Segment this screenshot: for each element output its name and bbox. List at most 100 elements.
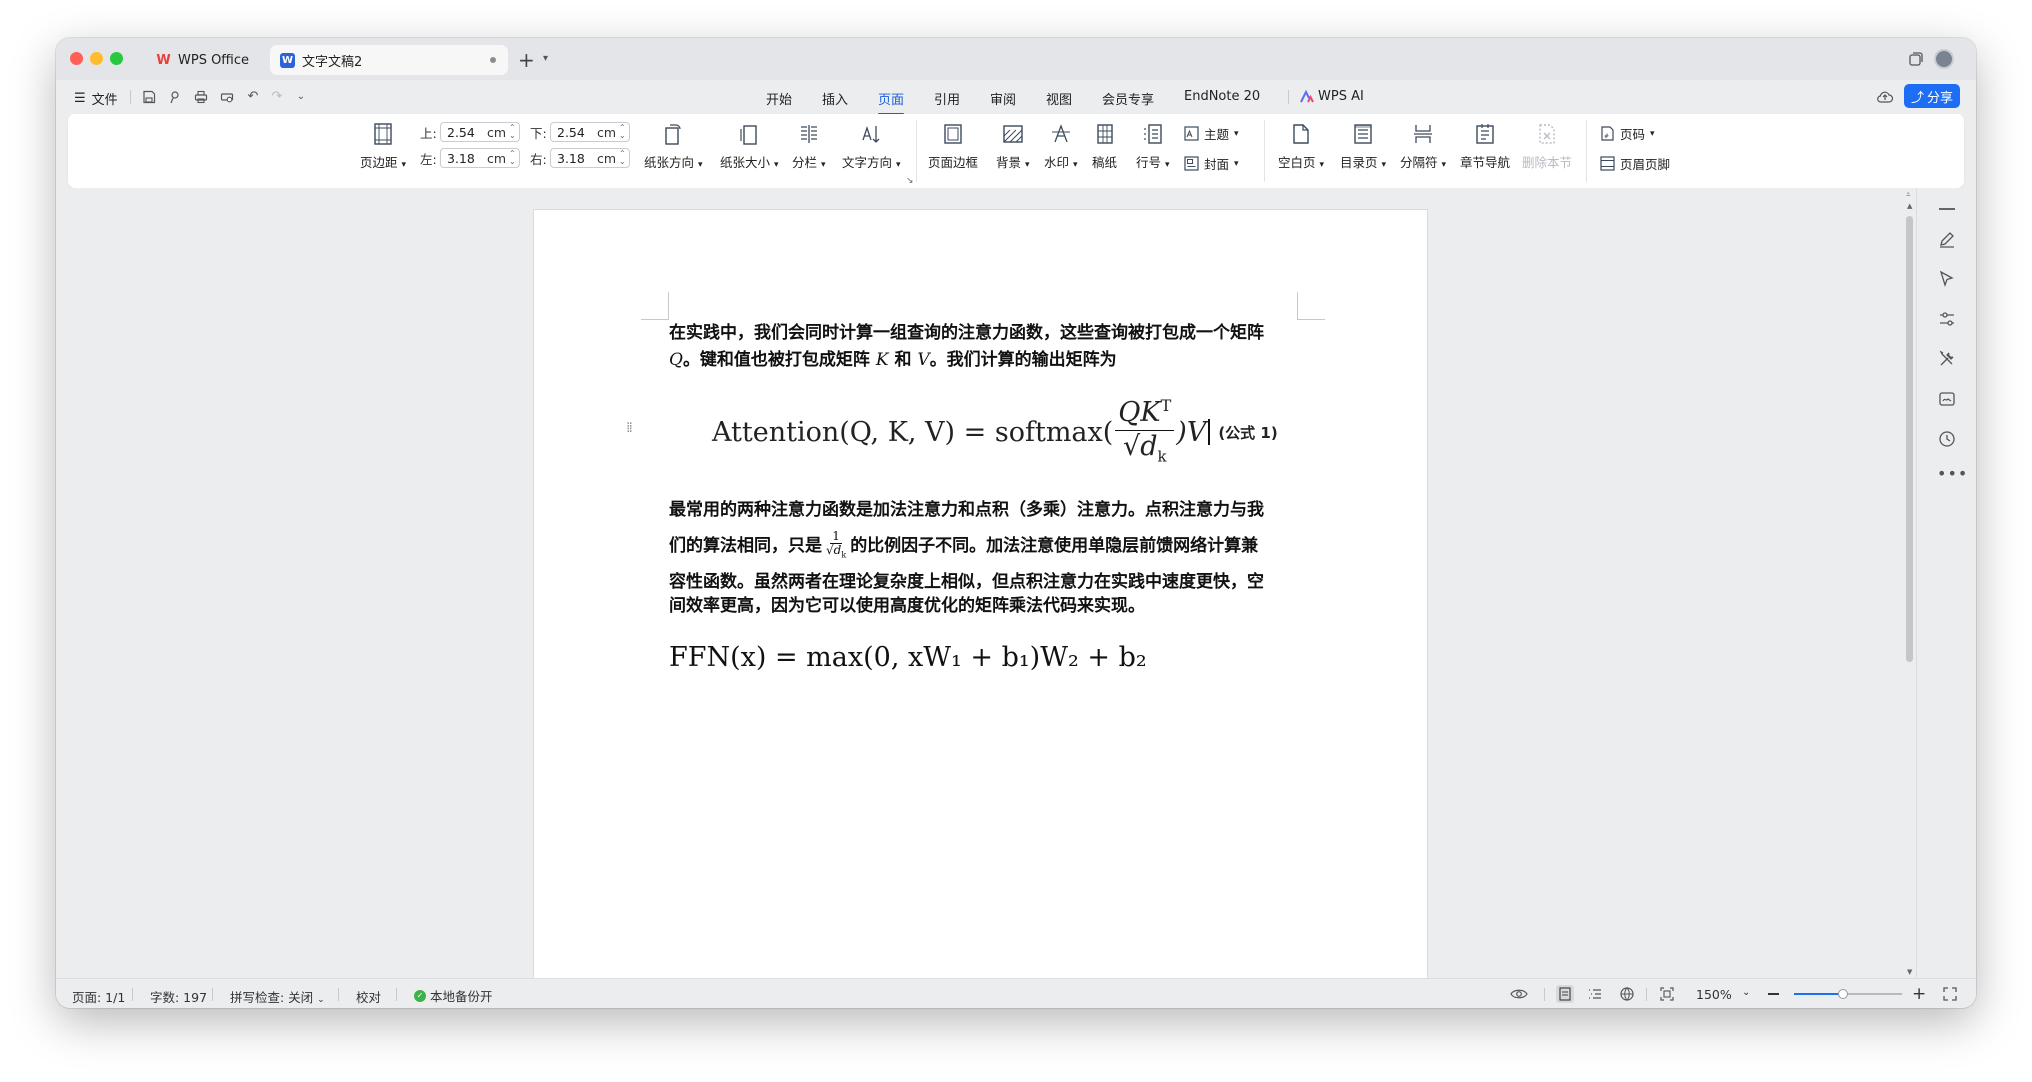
select-cursor-icon[interactable] [1937,269,1957,289]
spell-check-toggle[interactable]: 拼写检查: 关闭 ⌄ [230,987,325,1006]
paper-size-button[interactable]: 纸张大小 ▾ [720,122,779,171]
new-tab-icon[interactable]: + [518,48,535,72]
equation-1[interactable]: Attention(Q, K, V) = softmax( QKT √dk )V… [712,392,1278,472]
header-footer-button[interactable]: 页眉页脚 [1600,154,1670,173]
separator-button[interactable]: 分隔符 ▾ [1400,122,1446,171]
equation-2[interactable]: FFN(x) = max(0, xW₁ + b₁)W₂ + b₂ [669,642,1147,673]
print-preview-icon[interactable] [220,90,234,104]
background-button[interactable]: 背景 ▾ [996,122,1030,171]
delete-section-button[interactable]: 删除本节 [1522,122,1572,171]
margin-right-field[interactable]: 右: 3.18 cm ⌃ ⌄ [530,148,630,168]
scrollbar-thumb[interactable] [1906,216,1913,662]
close-window-button[interactable] [70,52,83,65]
line-number-button[interactable]: 行号 ▾ [1136,122,1170,171]
cloud-sync-icon[interactable] [1876,89,1894,105]
zoom-chevron-icon[interactable]: ⌄ [1742,987,1750,998]
undo-icon[interactable]: ↶ [246,90,260,104]
scroll-down-icon[interactable]: ▼ [1907,968,1912,976]
zoom-slider-knob[interactable] [1837,989,1848,999]
menu-endnote[interactable]: EndNote 20 [1184,89,1260,104]
page-number-button[interactable]: # 页码 ▾ [1600,124,1655,143]
margins-button[interactable]: 页边距 ▾ [360,122,406,171]
scroll-up-icon[interactable]: ▲ [1907,202,1912,210]
tab-wps-office[interactable]: W WPS Office [146,45,264,75]
margin-left-field[interactable]: 左: 3.18 cm ⌃ ⌄ [420,148,520,168]
menu-home[interactable]: 开始 [766,89,792,108]
toc-page-button[interactable]: 目录页 ▾ [1340,122,1386,171]
outline-view-icon[interactable] [1586,985,1604,1003]
zoom-window-button[interactable] [110,52,123,65]
web-view-icon[interactable] [1618,985,1636,1003]
blank-page-button[interactable]: 空白页 ▾ [1278,122,1324,171]
zoom-out-icon[interactable] [1768,993,1779,995]
orientation-button[interactable]: 纸张方向 ▾ [644,122,703,171]
page-view-icon[interactable] [1556,985,1574,1003]
margin-bottom-input[interactable]: 2.54 [557,125,597,140]
eye-protection-icon[interactable] [1510,987,1528,1001]
proofread-button[interactable]: 校对 [356,987,381,1006]
tools-icon[interactable] [1937,349,1957,369]
vertical-scrollbar[interactable]: ⩡ ▲ ▼ [1904,188,1916,978]
margin-bottom-field[interactable]: 下: 2.54 cm ⌃ ⌄ [530,122,630,142]
page-setup-launcher-icon[interactable]: ↘ [906,176,914,186]
columns-button[interactable]: 分栏 ▾ [792,122,826,171]
margin-left-input[interactable]: 3.18 [447,151,487,166]
cover-button[interactable]: 封面 ▾ [1184,154,1239,173]
zoom-level[interactable]: 150% [1696,987,1732,1002]
equation-drag-handle-icon[interactable]: ⁞⁞ [626,420,633,436]
minimize-window-button[interactable] [90,52,103,65]
history-icon[interactable] [1937,429,1957,449]
document-page[interactable]: 在实践中，我们会同时计算一组查询的注意力函数，这些查询被打包成一个矩阵 Q。键和… [534,210,1427,990]
margin-bottom-stepper-icon[interactable]: ⌃ ⌄ [619,124,626,140]
theme-button[interactable]: 主题 ▾ [1184,124,1239,143]
margin-top-field[interactable]: 上: 2.54 cm ⌃ ⌄ [420,122,520,142]
zoom-in-icon[interactable]: + [1912,984,1926,1004]
more-icon[interactable]: ••• [1937,464,1968,483]
file-menu-button[interactable]: ☰ 文件 [74,89,118,108]
toc-page-icon [1354,124,1372,144]
page-indicator[interactable]: 页面: 1/1 [72,987,125,1006]
margin-top-input[interactable]: 2.54 [447,125,487,140]
menu-member[interactable]: 会员专享 [1102,89,1154,108]
chapter-nav-button[interactable]: 章节导航 [1460,122,1510,171]
unsaved-dot-icon[interactable] [490,57,496,63]
watermark-button[interactable]: 水印 ▾ [1044,122,1078,171]
paragraph-1[interactable]: 在实践中，我们会同时计算一组查询的注意力函数，这些查询被打包成一个矩阵 Q。键和… [669,320,1297,374]
text-direction-chevron-icon: ▾ [896,160,901,170]
collapse-sidebar-icon[interactable] [1939,208,1955,210]
menu-review[interactable]: 审阅 [990,89,1016,108]
document-canvas[interactable]: 在实践中，我们会同时计算一组查询的注意力函数，这些查询被打包成一个矩阵 Q。键和… [56,188,1916,990]
paragraph-2[interactable]: 最常用的两种注意力函数是加法注意力和点积（多乘）注意力。点积注意力与我 们的算法… [669,492,1297,620]
tab-list-chevron-icon[interactable]: ▾ [543,53,548,64]
margin-right-stepper-icon[interactable]: ⌃ ⌄ [619,150,626,166]
avatar[interactable] [1934,49,1954,69]
text-direction-button[interactable]: 文字方向 ▾ [842,122,901,171]
fullscreen-icon[interactable] [1942,986,1958,1002]
scroll-top-icon[interactable]: ⩡ [1906,190,1911,200]
sign-icon[interactable] [1937,389,1957,409]
menu-references[interactable]: 引用 [934,89,960,108]
backup-status[interactable]: ✓ 本地备份开 [414,986,493,1005]
tab-document[interactable]: W 文字文稿2 [270,45,508,75]
quick-access-chevron-icon[interactable]: ⌄ [294,90,308,104]
page-border-button[interactable]: 页面边框 [928,122,978,171]
redo-icon[interactable]: ↷ [270,90,284,104]
word-count[interactable]: 字数: 197 [150,987,207,1006]
save-icon[interactable] [142,90,156,104]
margin-top-stepper-icon[interactable]: ⌃ ⌄ [509,124,516,140]
menu-view[interactable]: 视图 [1046,89,1072,108]
fit-page-icon[interactable] [1658,985,1676,1003]
margin-left-stepper-icon[interactable]: ⌃ ⌄ [509,150,516,166]
menu-insert[interactable]: 插入 [822,89,848,108]
adjust-sliders-icon[interactable] [1937,309,1957,329]
share-button[interactable]: ⤴ 分享 [1904,84,1960,108]
margin-right-input[interactable]: 3.18 [557,151,597,166]
manuscript-button[interactable]: 稿纸 [1092,122,1117,171]
edit-pen-icon[interactable] [1937,229,1957,249]
window-mode-icon[interactable] [1908,51,1924,67]
format-painter-icon[interactable] [168,90,182,104]
menu-wps-ai[interactable]: WPS AI [1300,89,1364,104]
zoom-slider[interactable] [1794,989,1902,999]
menu-page[interactable]: 页面 [878,89,905,115]
print-icon[interactable] [194,90,208,104]
